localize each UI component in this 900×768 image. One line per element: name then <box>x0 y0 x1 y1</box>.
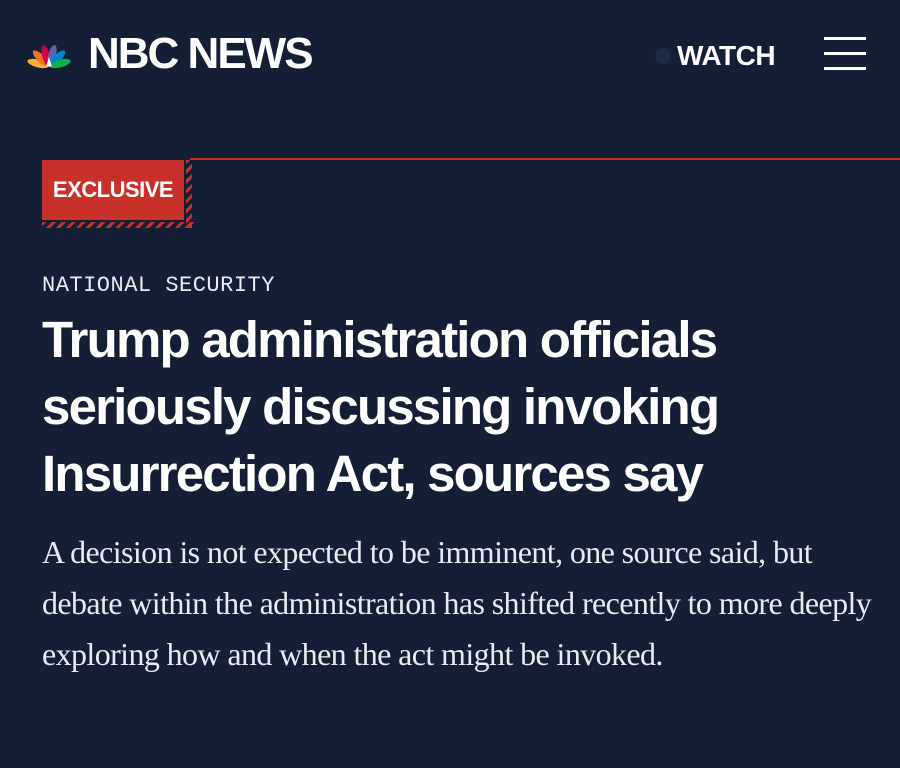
live-dot-icon <box>655 48 671 64</box>
nbc-peacock-icon <box>27 45 71 69</box>
watch-button[interactable]: WATCH <box>655 38 776 74</box>
site-header: NBC NEWS WATCH <box>0 0 900 110</box>
article-headline: Trump administration officials seriously… <box>42 311 720 502</box>
watch-label: WATCH <box>677 40 776 71</box>
menu-button[interactable] <box>822 35 868 73</box>
section-label[interactable]: NATIONAL SECURITY <box>42 272 275 300</box>
brand-name: NBC NEWS <box>88 29 314 78</box>
article-dek: A decision is not expected to be imminen… <box>42 534 872 672</box>
exclusive-badge: EXCLUSIVE <box>42 160 194 230</box>
exclusive-badge-label: EXCLUSIVE <box>52 177 174 202</box>
nbc-news-logo[interactable]: NBC NEWS <box>20 29 314 78</box>
section-divider <box>190 158 900 160</box>
